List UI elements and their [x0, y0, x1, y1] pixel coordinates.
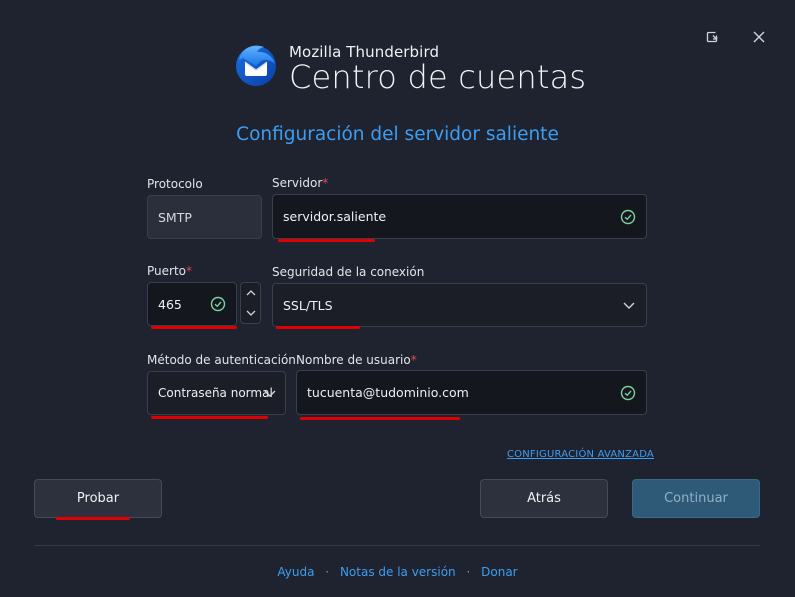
advanced-config-link[interactable]: CONFIGURACIÓN AVANZADA	[507, 449, 654, 460]
auth-label: Método de autenticación	[147, 353, 296, 367]
restore-window-button[interactable]	[701, 26, 723, 48]
protocol-value: SMTP	[158, 209, 192, 225]
annotation-underline	[300, 417, 460, 420]
server-value: servidor.saliente	[283, 209, 387, 224]
annotation-underline	[56, 517, 130, 520]
release-notes-link[interactable]: Notas de la versión	[340, 565, 456, 579]
chevron-down-icon	[264, 390, 276, 397]
annotation-underline	[278, 239, 375, 242]
port-label: Puerto*	[147, 264, 192, 278]
close-icon	[753, 31, 765, 43]
protocol-field: SMTP	[147, 195, 262, 239]
server-input[interactable]: servidor.saliente	[272, 194, 647, 239]
footer-divider	[35, 545, 760, 546]
auth-method-select[interactable]: Contraseña normal	[147, 371, 286, 415]
port-input[interactable]: 465	[147, 282, 237, 326]
security-label: Seguridad de la conexión	[272, 265, 425, 279]
thunderbird-logo-icon	[236, 45, 276, 86]
donate-link[interactable]: Donar	[481, 565, 517, 579]
footer-separator: ·	[325, 565, 330, 579]
username-input[interactable]: tucuenta@tudominio.com	[296, 370, 647, 415]
chevron-up-icon	[246, 290, 255, 296]
footer-separator: ·	[466, 565, 471, 579]
valid-check-icon	[210, 296, 226, 312]
security-select[interactable]: SSL/TLS	[272, 283, 647, 327]
annotation-underline	[151, 416, 268, 419]
port-increment-button[interactable]	[241, 283, 260, 303]
valid-check-icon	[620, 209, 636, 224]
port-value: 465	[158, 296, 182, 312]
port-decrement-button[interactable]	[241, 303, 260, 323]
security-value: SSL/TLS	[283, 297, 333, 313]
help-link[interactable]: Ayuda	[277, 565, 314, 579]
chevron-down-icon	[623, 302, 635, 309]
required-mark: *	[410, 353, 417, 367]
port-stepper[interactable]	[240, 282, 261, 324]
valid-check-icon	[620, 385, 636, 400]
username-value: tucuenta@tudominio.com	[307, 385, 469, 400]
auth-value: Contraseña normal	[158, 386, 273, 400]
server-label: Servidor*	[272, 176, 329, 190]
protocol-label: Protocolo	[147, 177, 203, 191]
username-label: Nombre de usuario*	[296, 353, 417, 367]
chevron-down-icon	[246, 310, 255, 316]
restore-icon	[706, 31, 718, 43]
footer-links: Ayuda · Notas de la versión · Donar	[0, 565, 795, 579]
annotation-underline	[151, 326, 237, 329]
continue-button[interactable]: Continuar	[632, 479, 760, 518]
annotation-underline	[276, 326, 360, 329]
account-hub-header: Mozilla Thunderbird Centro de cuentas	[231, 40, 586, 93]
back-button[interactable]: Atrás	[480, 479, 608, 518]
close-window-button[interactable]	[748, 26, 770, 48]
section-title: Configuración del servidor saliente	[236, 124, 559, 145]
required-mark: *	[322, 176, 329, 190]
page-title: Centro de cuentas	[289, 58, 587, 96]
required-mark: *	[186, 264, 192, 278]
test-button[interactable]: Probar	[34, 479, 162, 518]
